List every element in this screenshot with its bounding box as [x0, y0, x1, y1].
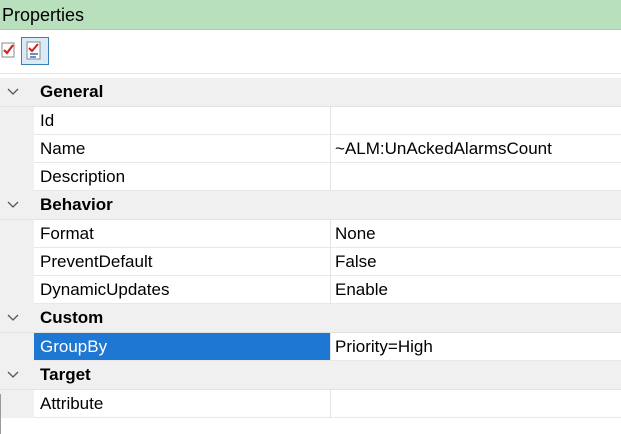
column-divider: [330, 220, 331, 248]
row-gutter: [0, 390, 34, 418]
chevron-down-icon[interactable]: [6, 361, 20, 389]
properties-title-bar: Properties: [0, 0, 621, 30]
category-label: Behavior: [40, 195, 113, 214]
category-target[interactable]: Target: [0, 361, 621, 390]
property-value[interactable]: None: [335, 220, 376, 248]
row-gutter: [0, 248, 34, 276]
category-behavior[interactable]: Behavior: [0, 191, 621, 220]
property-name: Name: [40, 139, 86, 158]
property-name: GroupBy: [34, 333, 330, 360]
property-value[interactable]: ~ALM:UnAckedAlarmsCount: [335, 135, 552, 163]
row-gutter: [0, 163, 34, 191]
chevron-down-icon[interactable]: [6, 78, 20, 106]
property-name: Format: [40, 224, 94, 243]
property-row-format[interactable]: Format None: [0, 220, 621, 248]
chevron-down-icon[interactable]: [6, 304, 20, 332]
property-value[interactable]: Enable: [335, 276, 388, 304]
property-name: DynamicUpdates: [40, 280, 170, 299]
property-name: Id: [40, 111, 55, 130]
property-row-name[interactable]: Name ~ALM:UnAckedAlarmsCount: [0, 135, 621, 163]
category-custom[interactable]: Custom: [0, 304, 621, 333]
property-value[interactable]: Priority=High: [335, 333, 433, 361]
chevron-down-icon[interactable]: [6, 191, 20, 219]
category-label: Custom: [40, 308, 104, 327]
row-gutter: [0, 333, 34, 361]
panel-border: [0, 394, 1, 434]
column-divider: [330, 163, 331, 191]
alphabetical-button[interactable]: [21, 37, 49, 65]
property-value[interactable]: False: [335, 248, 377, 276]
property-row-id[interactable]: Id: [0, 107, 621, 135]
column-divider: [330, 276, 331, 304]
row-gutter: [0, 135, 34, 163]
panel-title: Properties: [2, 5, 85, 25]
properties-toolbar: [0, 30, 621, 74]
category-label: General: [40, 82, 104, 101]
row-gutter: [0, 220, 34, 248]
category-label: Target: [40, 365, 91, 384]
property-grid: General Id Name ~ALM:UnAckedAlarmsCount …: [0, 78, 621, 418]
property-row-groupby[interactable]: GroupBy Priority=High: [0, 333, 621, 361]
categorized-button[interactable]: [0, 37, 20, 65]
row-gutter: [0, 107, 34, 135]
column-divider: [330, 135, 331, 163]
property-row-attribute[interactable]: Attribute: [0, 390, 621, 418]
column-divider: [330, 390, 331, 418]
property-name: PreventDefault: [40, 252, 153, 271]
property-name: Attribute: [40, 394, 104, 413]
column-divider: [330, 248, 331, 276]
row-gutter: [0, 276, 34, 304]
column-divider: [330, 107, 331, 135]
column-divider: [330, 333, 331, 361]
property-row-dynamicupdates[interactable]: DynamicUpdates Enable: [0, 276, 621, 304]
property-row-description[interactable]: Description: [0, 163, 621, 191]
category-general[interactable]: General: [0, 78, 621, 107]
property-name: Description: [40, 167, 126, 186]
property-row-preventdefault[interactable]: PreventDefault False: [0, 248, 621, 276]
